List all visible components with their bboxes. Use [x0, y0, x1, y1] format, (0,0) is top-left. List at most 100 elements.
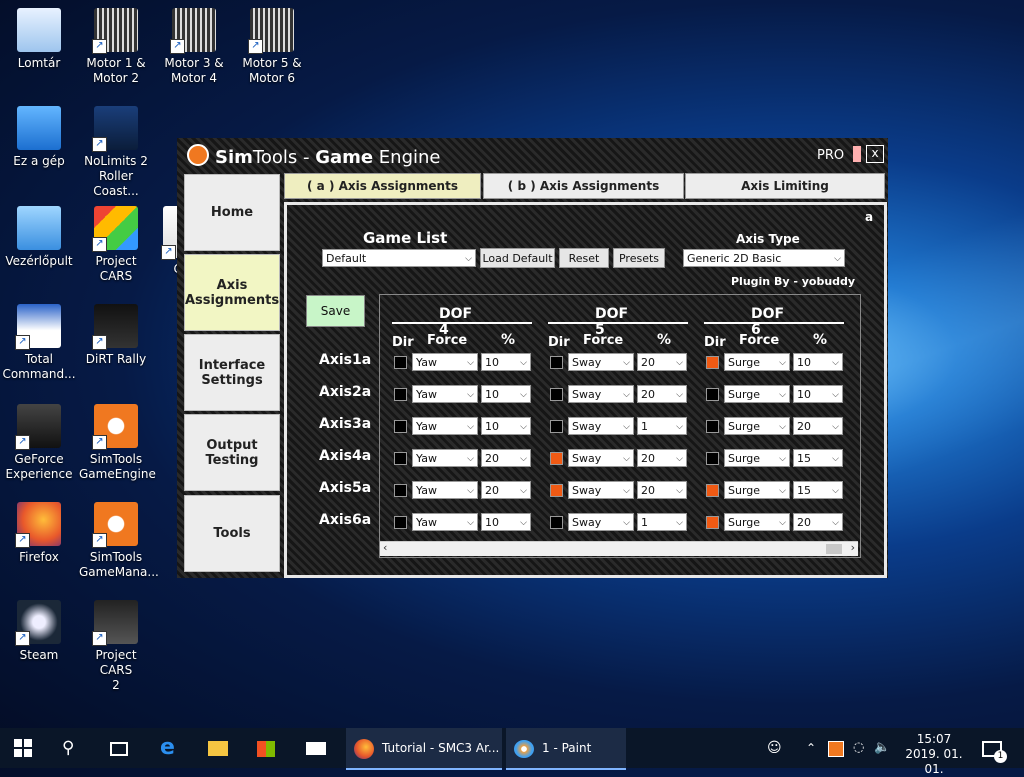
desktop-icon-steam[interactable]: ↗ Steam	[2, 600, 76, 663]
direction-checkbox[interactable]	[394, 420, 407, 433]
scroll-left-icon[interactable]: ‹	[383, 541, 387, 554]
direction-checkbox[interactable]	[550, 388, 563, 401]
store-icon[interactable]	[257, 728, 281, 768]
desktop-icon-motor-chip[interactable]: ↗ Motor 3 & Motor 4	[157, 8, 231, 86]
scroll-right-icon[interactable]: ›	[851, 541, 855, 554]
sidebar-home[interactable]: Home	[184, 174, 280, 251]
force-select[interactable]: Surge ⌵	[724, 449, 790, 467]
force-select[interactable]: Sway ⌵	[568, 353, 634, 371]
axis-type-select[interactable]: Generic 2D Basic ⌵	[683, 249, 845, 267]
desktop-icon-nolimits[interactable]: ↗ NoLimits 2 Roller Coast...	[79, 106, 153, 199]
force-select[interactable]: Yaw ⌵	[412, 385, 478, 403]
force-select[interactable]: Surge ⌵	[724, 513, 790, 531]
desktop-icon-project-cars[interactable]: ↗ Project CARS	[79, 206, 153, 284]
direction-checkbox[interactable]	[550, 420, 563, 433]
sidebar-output-testing[interactable]: Output Testing	[184, 414, 280, 491]
percent-select[interactable]: 20 ⌵	[637, 481, 687, 499]
desktop-icon-dirt-rally[interactable]: ↗ DiRT Rally	[79, 304, 153, 367]
force-select[interactable]: Sway ⌵	[568, 481, 634, 499]
percent-select[interactable]: 10 ⌵	[481, 385, 531, 403]
force-select[interactable]: Sway ⌵	[568, 385, 634, 403]
desktop-icon-recycle-bin[interactable]: Lomtár	[2, 8, 76, 71]
direction-checkbox[interactable]	[706, 420, 719, 433]
title-bar[interactable]: SimTools - Game Engine PRO x	[177, 138, 888, 170]
game-list-select[interactable]: Default ⌵	[322, 249, 476, 267]
tab-axis-assignments-b[interactable]: ( b ) Axis Assignments	[483, 173, 684, 199]
direction-checkbox[interactable]	[394, 452, 407, 465]
force-select[interactable]: Yaw ⌵	[412, 513, 478, 531]
direction-checkbox[interactable]	[550, 356, 563, 369]
percent-select[interactable]: 1 ⌵	[637, 417, 687, 435]
percent-select[interactable]: 1 ⌵	[637, 513, 687, 531]
start-button[interactable]	[14, 728, 36, 768]
edge-icon[interactable]: e	[160, 728, 184, 768]
percent-select[interactable]: 10 ⌵	[793, 353, 843, 371]
desktop-icon-geforce[interactable]: ↗ GeForce Experience	[2, 404, 76, 482]
desktop-icon-computer[interactable]: Ez a gép	[2, 106, 76, 169]
direction-checkbox[interactable]	[550, 516, 563, 529]
force-select[interactable]: Sway ⌵	[568, 449, 634, 467]
percent-select[interactable]: 20 ⌵	[637, 353, 687, 371]
file-explorer-icon[interactable]	[208, 728, 232, 768]
direction-checkbox[interactable]	[394, 484, 407, 497]
force-select[interactable]: Surge ⌵	[724, 353, 790, 371]
close-button[interactable]: x	[866, 145, 884, 163]
desktop-icon-control-panel[interactable]: Vezérlőpult	[2, 206, 76, 269]
taskbar-paint-window[interactable]: 1 - Paint	[506, 728, 626, 770]
force-select[interactable]: Surge ⌵	[724, 417, 790, 435]
mail-icon[interactable]	[306, 728, 330, 768]
desktop-icon-motor-chip[interactable]: ↗ Motor 1 & Motor 2	[79, 8, 153, 86]
taskbar-firefox-window[interactable]: Tutorial - SMC3 Ar...	[346, 728, 502, 770]
percent-select[interactable]: 20 ⌵	[481, 481, 531, 499]
desktop-icon-firefox[interactable]: ↗ Firefox	[2, 502, 76, 565]
simtools-tray-icon[interactable]	[828, 728, 844, 768]
load-default-button[interactable]: Load Default	[480, 248, 555, 268]
percent-select[interactable]: 20 ⌵	[637, 449, 687, 467]
direction-checkbox[interactable]	[706, 516, 719, 529]
direction-checkbox[interactable]	[394, 516, 407, 529]
network-icon[interactable]: ◌	[853, 728, 869, 768]
search-icon[interactable]: ⚲	[62, 728, 84, 768]
force-select[interactable]: Yaw ⌵	[412, 449, 478, 467]
direction-checkbox[interactable]	[706, 452, 719, 465]
tray-chevron-up-icon[interactable]: ⌃	[806, 728, 820, 768]
scrollbar-thumb[interactable]	[826, 544, 842, 554]
desktop-icon-simtools[interactable]: ↗ SimTools GameEngine	[79, 404, 156, 482]
clock[interactable]: 15:07 2019. 01. 01.	[898, 728, 970, 776]
direction-checkbox[interactable]	[394, 356, 407, 369]
force-select[interactable]: Yaw ⌵	[412, 353, 478, 371]
force-select[interactable]: Sway ⌵	[568, 417, 634, 435]
percent-select[interactable]: 15 ⌵	[793, 449, 843, 467]
sidebar-tools[interactable]: Tools	[184, 495, 280, 572]
force-select[interactable]: Yaw ⌵	[412, 481, 478, 499]
notifications-icon[interactable]: 1	[982, 728, 1007, 768]
direction-checkbox[interactable]	[550, 452, 563, 465]
force-select[interactable]: Sway ⌵	[568, 513, 634, 531]
force-select[interactable]: Surge ⌵	[724, 481, 790, 499]
desktop-icon-project-cars-2[interactable]: ↗ Project CARS 2	[79, 600, 153, 693]
percent-select[interactable]: 20 ⌵	[793, 417, 843, 435]
tab-axis-assignments-a[interactable]: ( a ) Axis Assignments	[284, 173, 481, 199]
percent-select[interactable]: 10 ⌵	[481, 417, 531, 435]
force-select[interactable]: Yaw ⌵	[412, 417, 478, 435]
percent-select[interactable]: 20 ⌵	[793, 513, 843, 531]
percent-select[interactable]: 20 ⌵	[481, 449, 531, 467]
percent-select[interactable]: 15 ⌵	[793, 481, 843, 499]
percent-select[interactable]: 10 ⌵	[481, 353, 531, 371]
percent-select[interactable]: 10 ⌵	[793, 385, 843, 403]
volume-icon[interactable]: 🔈	[874, 728, 892, 768]
save-button[interactable]: Save	[306, 295, 365, 327]
presets-button[interactable]: Presets	[613, 248, 665, 268]
direction-checkbox[interactable]	[394, 388, 407, 401]
direction-checkbox[interactable]	[706, 356, 719, 369]
task-view-icon[interactable]	[110, 728, 132, 768]
reset-button[interactable]: Reset	[559, 248, 609, 268]
direction-checkbox[interactable]	[550, 484, 563, 497]
desktop-icon-motor-chip[interactable]: ↗ Motor 5 & Motor 6	[235, 8, 309, 86]
force-select[interactable]: Surge ⌵	[724, 385, 790, 403]
people-icon[interactable]: ☺	[767, 728, 785, 768]
sidebar-interface-settings[interactable]: Interface Settings	[184, 334, 280, 411]
horizontal-scrollbar[interactable]: ‹ ›	[380, 541, 858, 556]
desktop-icon-total-commander[interactable]: ↗ Total Command...	[2, 304, 76, 382]
direction-checkbox[interactable]	[706, 388, 719, 401]
